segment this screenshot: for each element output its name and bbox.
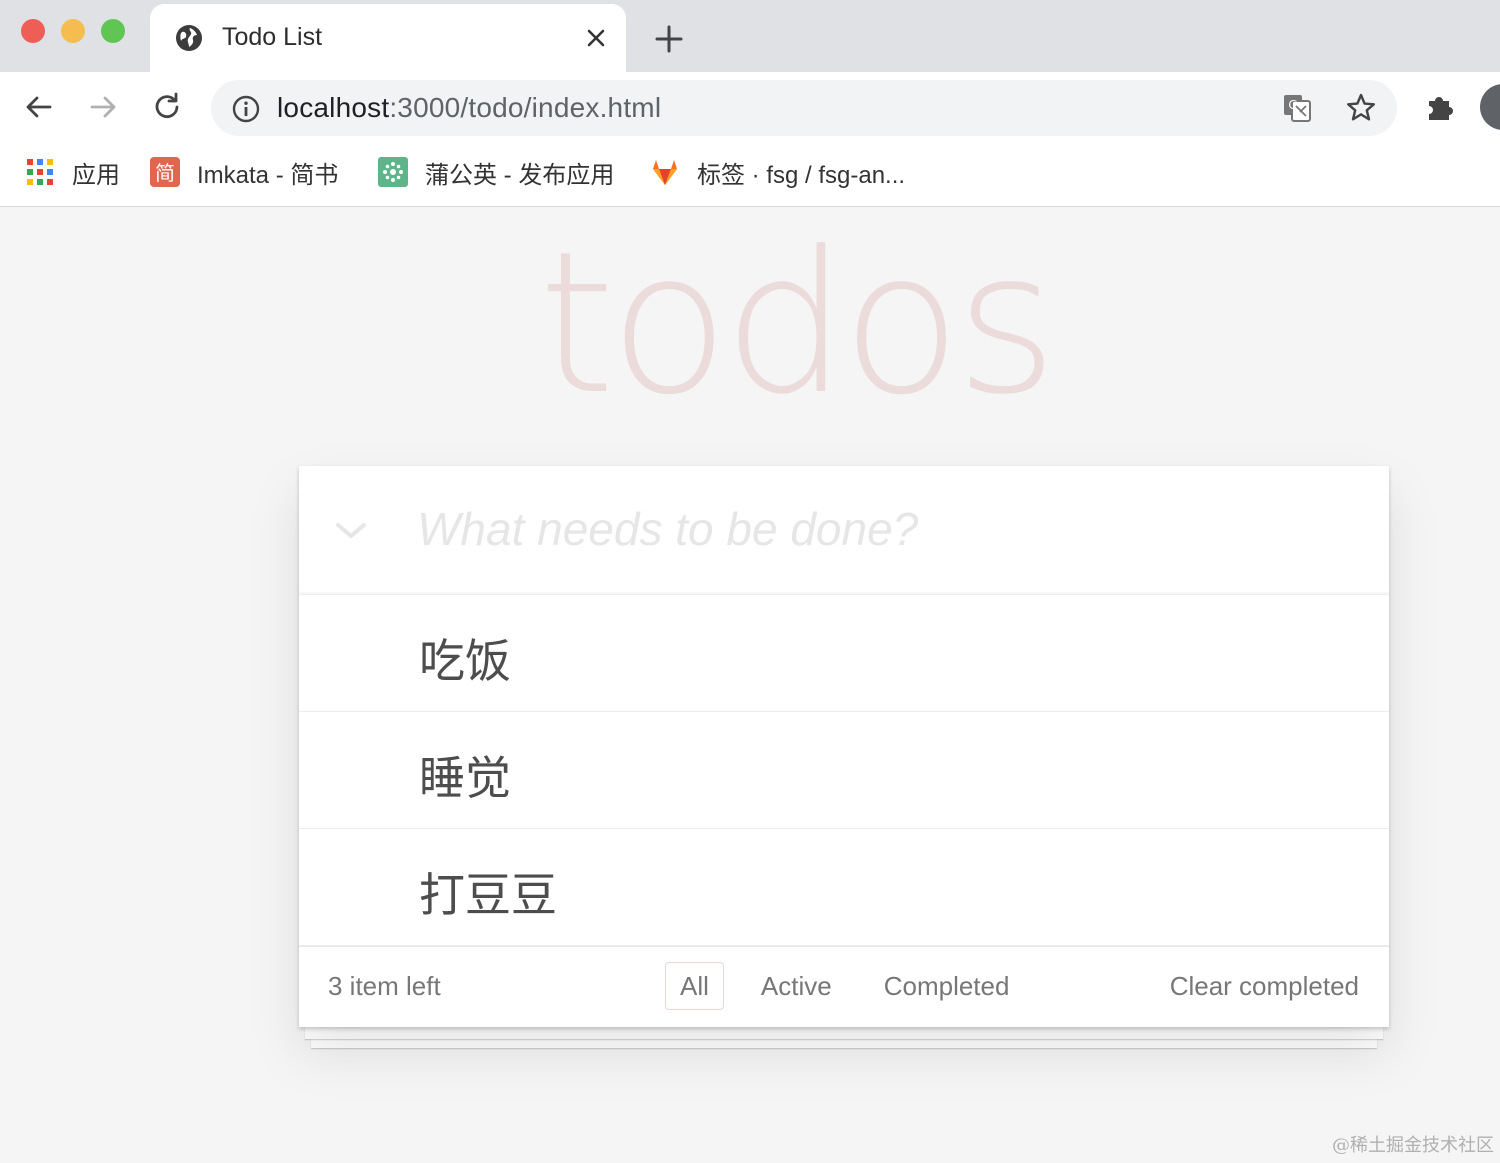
todo-label[interactable]: 吃饭 [419, 625, 511, 691]
bookmark-label: 应用 [72, 161, 120, 189]
app-title: todos [538, 210, 1057, 438]
todo-label[interactable]: 睡觉 [419, 742, 511, 808]
svg-text:G: G [1288, 98, 1297, 112]
tab-title: Todo List [222, 23, 323, 51]
clear-completed-button[interactable]: Clear completed [1170, 971, 1359, 1002]
translate-icon[interactable]: G [1281, 92, 1313, 124]
new-todo-input[interactable] [417, 496, 1347, 562]
card-stack-shadow [305, 1027, 1383, 1039]
items-left-count: 3 item left [328, 971, 441, 1001]
profile-avatar-icon[interactable] [1480, 84, 1500, 130]
site-info-icon[interactable] [231, 94, 261, 124]
extensions-puzzle-icon[interactable] [1423, 90, 1457, 124]
bookmark-gitlab[interactable]: 标签 · fsg / fsg-an... [650, 154, 905, 190]
apps-grid-icon [27, 159, 53, 185]
todo-item[interactable]: 吃饭 [299, 595, 1389, 712]
close-tab-icon[interactable] [582, 24, 610, 52]
bookmark-jianshu[interactable]: 简 Imkata - 简书 [150, 154, 338, 190]
todo-label[interactable]: 打豆豆 [419, 859, 557, 925]
bookmark-star-icon[interactable] [1344, 91, 1378, 125]
todo-item[interactable]: 睡觉 [299, 712, 1389, 829]
minimize-window-button[interactable] [61, 19, 85, 43]
close-window-button[interactable] [21, 19, 45, 43]
browser-toolbar: localhost:3000/todo/index.html G [0, 72, 1500, 142]
filter-active[interactable]: Active [746, 962, 847, 1010]
back-arrow-icon[interactable] [22, 90, 56, 124]
filter-completed[interactable]: Completed [869, 962, 1025, 1010]
reload-icon[interactable] [150, 90, 184, 124]
todo-item[interactable]: 打豆豆 [299, 829, 1389, 946]
forward-arrow-icon[interactable] [86, 90, 120, 124]
pgyer-icon [378, 157, 408, 187]
todo-list: 吃饭 睡觉 打豆豆 [299, 595, 1389, 946]
gitlab-icon [653, 160, 677, 185]
filter-tabs: All Active Completed [665, 962, 1046, 1012]
new-tab-icon[interactable] [652, 22, 686, 56]
zoom-window-button[interactable] [101, 19, 125, 43]
bookmark-label: 标签 · fsg / fsg-an... [697, 161, 906, 189]
toggle-all-chevron-icon[interactable] [333, 516, 369, 544]
url-host: localhost [277, 92, 390, 123]
watermark: @稀土掘金技术社区 [1332, 1135, 1494, 1156]
url-text: localhost:3000/todo/index.html [277, 92, 661, 124]
address-bar[interactable]: localhost:3000/todo/index.html G [211, 80, 1397, 136]
new-todo-row [299, 466, 1389, 595]
active-tab[interactable]: Todo List [150, 4, 626, 72]
bookmark-label: Imkata - 简书 [197, 161, 339, 189]
jianshu-icon: 简 [150, 157, 180, 187]
tab-strip: Todo List [0, 0, 1500, 72]
bookmark-pgyer[interactable]: 蒲公英 - 发布应用 [378, 154, 614, 190]
jianshu-icon-glyph: 简 [155, 161, 175, 185]
bookmarks-bar: 应用 简 Imkata - 简书 蒲公英 - 发布应用 标签 · fsg / f… [0, 142, 1500, 207]
url-path: :3000/todo/index.html [389, 92, 662, 123]
todo-footer: 3 item left All Active Completed Clear c… [299, 946, 1389, 1028]
bookmark-apps[interactable]: 应用 [25, 154, 120, 190]
todo-card: 吃饭 睡觉 打豆豆 3 item left All Active Complet… [299, 466, 1389, 1027]
globe-icon [176, 25, 202, 51]
filter-all[interactable]: All [665, 962, 724, 1010]
bookmark-label: 蒲公英 - 发布应用 [425, 161, 615, 189]
